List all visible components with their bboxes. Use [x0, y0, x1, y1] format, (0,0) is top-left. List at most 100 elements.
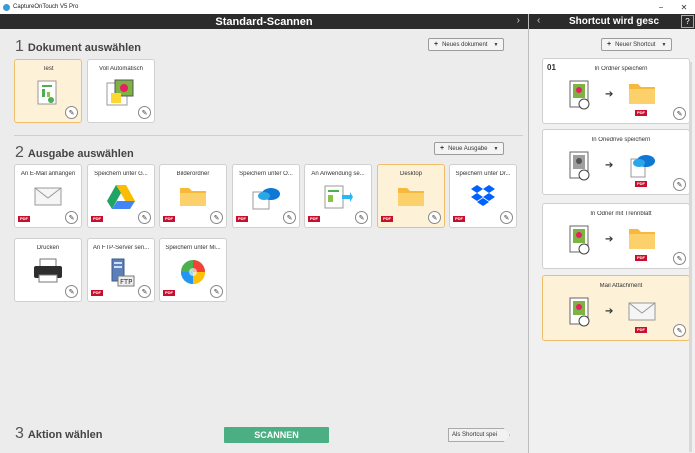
- edit-pencil-icon[interactable]: ✎: [65, 106, 78, 119]
- app-logo-icon: [3, 3, 10, 11]
- new-document-label: Neues dokument: [442, 41, 488, 48]
- svg-text:FTP: FTP: [120, 278, 132, 286]
- output-card-label: An FTP-Server sen...: [92, 245, 150, 251]
- side-scrollbar[interactable]: [689, 62, 692, 452]
- photo-document-icon: [569, 151, 591, 186]
- output-card-application[interactable]: An Anwendung se... PDF ✎: [304, 164, 372, 228]
- section-number: 1: [15, 38, 24, 55]
- section-divider: [14, 135, 523, 136]
- output-card-dropbox[interactable]: Speichern unter Dr... PDF ✎: [449, 164, 517, 228]
- document-card-test[interactable]: Test ✎: [14, 59, 82, 123]
- edit-pencil-icon[interactable]: ✎: [428, 211, 441, 224]
- output-card-onedrive[interactable]: Speichern unter O... PDF ✎: [232, 164, 300, 228]
- onedrive-icon: [251, 184, 281, 215]
- shortcut-label: In Onedrive speichern: [591, 137, 651, 143]
- shortcut-card-folder[interactable]: 01 In Ordner speichern ➔ PDF ✎: [542, 58, 690, 124]
- arrow-right-icon: ➔: [605, 89, 614, 100]
- document-card-auto[interactable]: Voll Automatisch ✎: [87, 59, 155, 123]
- document-chart-icon: [34, 79, 62, 112]
- output-card-label: Speichern unter O...: [239, 171, 293, 177]
- plus-icon: +: [434, 41, 439, 48]
- plus-icon: +: [607, 41, 612, 48]
- pdf-badge: PDF: [91, 216, 103, 222]
- scan-button[interactable]: SCANNEN: [224, 427, 329, 443]
- new-document-button[interactable]: + Neues dokument ▼: [428, 38, 505, 51]
- section-label: Dokument auswählen: [27, 42, 141, 54]
- new-shortcut-label: Neuer Shortcut: [615, 41, 656, 48]
- edit-pencil-icon[interactable]: ✎: [138, 285, 151, 298]
- folder-icon: [627, 80, 657, 111]
- expand-arrow-icon[interactable]: ›: [517, 15, 520, 26]
- edit-pencil-icon[interactable]: ✎: [283, 211, 296, 224]
- pdf-badge: PDF: [18, 216, 30, 222]
- edit-pencil-icon[interactable]: ✎: [673, 324, 686, 337]
- save-as-shortcut-button[interactable]: Als Shortcut spei: [448, 428, 510, 442]
- section-label: Aktion wählen: [27, 429, 103, 441]
- section-document-title: 1 Dokument auswählen: [15, 38, 141, 56]
- photo-document-icon: [105, 79, 137, 112]
- photo-document-icon: [569, 80, 591, 115]
- shortcut-card-onedrive[interactable]: In Onedrive speichern ➔ PDF ✎: [542, 129, 690, 195]
- envelope-icon: [627, 297, 657, 328]
- folder-icon: [178, 184, 208, 213]
- output-card-label: Bilderordner: [176, 171, 210, 177]
- pdf-badge: PDF: [308, 216, 320, 222]
- edit-pencil-icon[interactable]: ✎: [138, 106, 151, 119]
- new-shortcut-button[interactable]: + Neuer Shortcut ▼: [601, 38, 673, 51]
- output-card-desktop[interactable]: Desktop PDF ✎: [377, 164, 445, 228]
- shortcut-label: Mail Attachment: [599, 283, 643, 289]
- photo-document-icon: [569, 297, 591, 332]
- edit-pencil-icon[interactable]: ✎: [673, 178, 686, 191]
- window-titlebar: CaptureOnTouch V5 Pro − ✕: [0, 0, 695, 14]
- document-card-label: Test: [42, 66, 54, 72]
- main-panel: Standard-Scannen › 1 Dokument auswählen …: [0, 14, 528, 453]
- section-label: Ausgabe auswählen: [27, 148, 134, 160]
- edit-pencil-icon[interactable]: ✎: [355, 211, 368, 224]
- output-card-pictures-folder[interactable]: Bilderordner PDF ✎: [159, 164, 227, 228]
- shortcut-card-separator[interactable]: In Odner mit Trennblatt ➔ PDF ✎: [542, 203, 690, 269]
- envelope-icon: [33, 184, 63, 213]
- plus-icon: +: [440, 145, 445, 152]
- help-button[interactable]: ?: [681, 15, 694, 28]
- shortcut-label: In Odner mit Trennblatt: [590, 211, 652, 217]
- output-card-label: Speichern unter Dr...: [455, 171, 511, 177]
- output-card-email[interactable]: An E-Mail anhängen PDF ✎: [14, 164, 82, 228]
- close-button[interactable]: ✕: [676, 0, 692, 14]
- output-card-label: An Anwendung se...: [311, 171, 365, 177]
- side-title: Shortcut wird gesc: [569, 16, 660, 27]
- chevron-down-icon: ▼: [661, 41, 667, 48]
- collapse-arrow-icon[interactable]: ‹: [537, 15, 540, 26]
- edit-pencil-icon[interactable]: ✎: [65, 211, 78, 224]
- output-card-label: Drucken: [36, 245, 60, 251]
- document-card-label: Voll Automatisch: [98, 66, 144, 72]
- side-header: ‹ Shortcut wird gesc ?: [529, 14, 695, 29]
- output-card-print[interactable]: Drucken ✎: [14, 238, 82, 302]
- output-card-label: Speichern unter G...: [94, 171, 148, 177]
- folder-icon: [627, 225, 657, 256]
- edit-pencil-icon[interactable]: ✎: [65, 285, 78, 298]
- edit-pencil-icon[interactable]: ✎: [138, 211, 151, 224]
- application-icon: [322, 184, 354, 215]
- section-number: 2: [15, 144, 24, 161]
- photo-document-icon: [569, 225, 591, 260]
- output-card-label: Desktop: [399, 171, 422, 177]
- output-card-ftp[interactable]: An FTP-Server sen... FTP PDF ✎: [87, 238, 155, 302]
- sharepoint-icon: [179, 258, 207, 291]
- pdf-badge: PDF: [635, 255, 647, 261]
- chevron-down-icon: ▼: [493, 145, 499, 152]
- shortcut-label: In Ordner speichern: [594, 66, 648, 72]
- edit-pencil-icon[interactable]: ✎: [210, 211, 223, 224]
- arrow-right-icon: ➔: [605, 160, 614, 171]
- edit-pencil-icon[interactable]: ✎: [673, 252, 686, 265]
- output-card-label: Speichern unter Mi...: [165, 245, 221, 251]
- new-output-button[interactable]: + Neue Ausgabe ▼: [434, 142, 505, 155]
- edit-pencil-icon[interactable]: ✎: [500, 211, 513, 224]
- minimize-button[interactable]: −: [653, 0, 669, 14]
- edit-pencil-icon[interactable]: ✎: [673, 107, 686, 120]
- section-output-title: 2 Ausgabe auswählen: [15, 144, 134, 162]
- edit-pencil-icon[interactable]: ✎: [210, 285, 223, 298]
- output-card-google-drive[interactable]: Speichern unter G... PDF ✎: [87, 164, 155, 228]
- output-card-sharepoint[interactable]: Speichern unter Mi... PDF ✎: [159, 238, 227, 302]
- onedrive-icon: [627, 151, 657, 184]
- shortcut-card-mail[interactable]: Mail Attachment ➔ PDF ✎: [542, 275, 690, 341]
